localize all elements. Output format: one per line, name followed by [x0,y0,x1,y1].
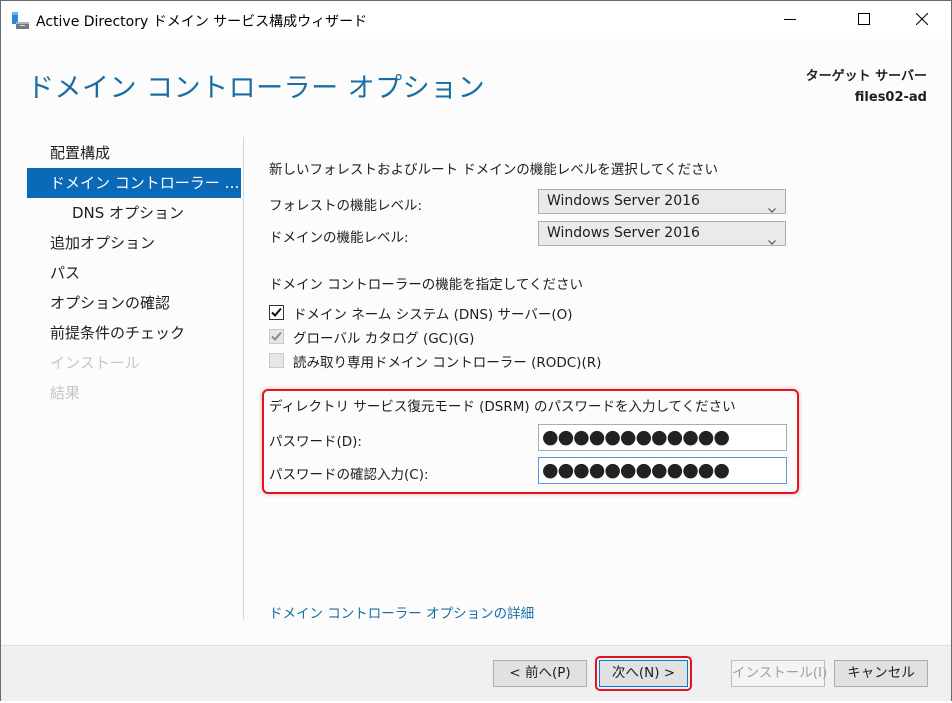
install-button: インストール(I) [731,660,827,687]
nav-item-dns-options[interactable]: DNS オプション [27,198,241,228]
window-title: Active Directory ドメイン サービス構成ウィザード [36,14,368,30]
page-title: ドメイン コントローラー オプション [27,73,486,104]
chevron-down-icon [768,198,776,221]
rodc-checkbox [269,353,284,368]
password-label: パスワード(D): [269,434,362,450]
domain-level-label: ドメインの機能レベル: [269,230,409,246]
nav-item-review-options[interactable]: オプションの確認 [27,288,241,318]
forest-level-value: Windows Server 2016 [547,193,700,209]
back-button[interactable]: < 前へ(P) [493,660,587,687]
global-catalog-label: グローバル カタログ (GC)(G) [293,331,475,347]
rodc-label: 読み取り専用ドメイン コントローラー (RODC)(R) [293,355,602,371]
forest-level-label: フォレストの機能レベル: [269,198,423,214]
chevron-down-icon [768,230,776,253]
nav-item-additional-options[interactable]: 追加オプション [27,228,241,258]
target-server-name: files02-ad [854,90,927,105]
domain-level-value: Windows Server 2016 [547,225,700,241]
title-bar: Active Directory ドメイン サービス構成ウィザード [1,0,951,39]
server-directory-icon [11,11,31,31]
minimize-button[interactable] [767,1,813,37]
nav-item-dc-options[interactable]: ドメイン コントローラー オプション [27,168,241,198]
dns-server-label[interactable]: ドメイン ネーム システム (DNS) サーバー(O) [293,303,572,323]
domain-level-select[interactable]: Windows Server 2016 [538,221,786,246]
confirm-password-field[interactable]: ●●●●●●●●●●●● [538,457,787,484]
nav-item-prerequisites-check[interactable]: 前提条件のチェック [27,318,241,348]
wizard-window: Active Directory ドメイン サービス構成ウィザード ドメイン コ… [0,0,952,701]
more-info-link[interactable]: ドメイン コントローラー オプションの詳細 [269,602,534,622]
confirm-password-label: パスワードの確認入力(C): [269,467,429,483]
password-field[interactable]: ●●●●●●●●●●●● [538,424,787,451]
target-server: ターゲット サーバー files02-ad [806,66,927,108]
maximize-button[interactable] [841,1,887,37]
checkmark-icon [271,331,282,341]
next-button[interactable]: 次へ(N) > [599,660,688,687]
checkmark-icon [271,307,282,317]
nav-item-paths[interactable]: パス [27,258,241,288]
nav-item-installation: インストール [50,354,140,372]
nav-divider [243,137,244,620]
dns-server-checkbox[interactable] [269,305,284,320]
nav-item-deployment-configuration[interactable]: 配置構成 [27,138,241,168]
minimize-icon [784,13,796,25]
global-catalog-checkbox [269,329,284,344]
forest-level-select[interactable]: Windows Server 2016 [538,189,786,214]
functional-level-heading: 新しいフォレストおよびルート ドメインの機能レベルを選択してください [269,162,718,178]
close-icon [916,13,928,25]
close-button[interactable] [899,1,945,37]
dsrm-heading: ディレクトリ サービス復元モード (DSRM) のパスワードを入力してください [269,399,736,415]
maximize-icon [858,13,870,25]
dc-capabilities-heading: ドメイン コントローラーの機能を指定してください [269,277,583,293]
wizard-nav: 配置構成 ドメイン コントローラー オプション DNS オプション 追加オプショ… [27,138,241,408]
target-server-label: ターゲット サーバー [805,69,927,84]
nav-item-results: 結果 [50,384,81,402]
cancel-button[interactable]: キャンセル [834,660,928,687]
